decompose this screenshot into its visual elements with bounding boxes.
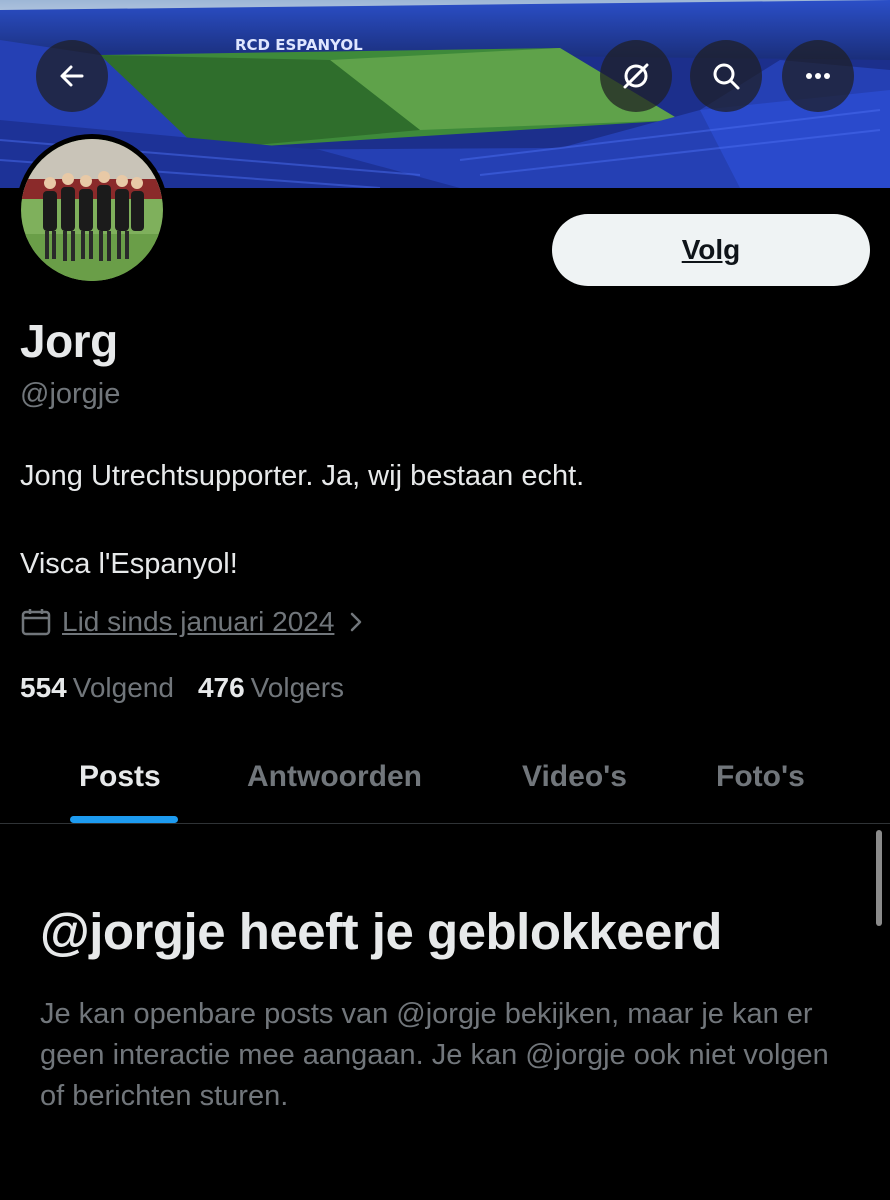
follow-stats: 554 Volgend 476 Volgers xyxy=(20,672,344,704)
following-stat[interactable]: 554 Volgend xyxy=(20,672,174,704)
more-options-button[interactable] xyxy=(782,40,854,112)
blocked-title: @jorgje heeft je geblokkeerd xyxy=(40,903,722,960)
followers-stat[interactable]: 476 Volgers xyxy=(198,672,344,704)
tab-replies[interactable]: Antwoorden xyxy=(247,730,422,824)
calendar-icon xyxy=(21,609,51,636)
more-dots-icon xyxy=(806,73,830,79)
avatar[interactable] xyxy=(16,134,168,286)
profile-tabs: Posts Antwoorden Video's Foto's xyxy=(0,730,890,824)
bio-line-2: Visca l'Espanyol! xyxy=(20,548,238,580)
chevron-right-icon xyxy=(351,612,362,632)
following-count: 554 xyxy=(20,672,67,703)
following-label: Volgend xyxy=(72,672,174,703)
back-button[interactable] xyxy=(36,40,108,112)
joined-text[interactable]: Lid sinds januari 2024 xyxy=(62,606,334,638)
followers-count: 476 xyxy=(197,672,245,703)
banner-text: RCD ESPANYOL xyxy=(235,36,363,54)
profile-name: Jorg xyxy=(20,315,118,367)
tab-posts[interactable]: Posts xyxy=(79,730,161,824)
followers-label: Volgers xyxy=(250,672,345,703)
grok-button[interactable] xyxy=(600,40,672,112)
joined-date[interactable]: Lid sinds januari 2024 xyxy=(20,606,368,638)
grok-slash-circle-icon xyxy=(623,63,649,89)
follow-button[interactable]: Volg xyxy=(552,214,870,286)
search-icon xyxy=(713,63,740,90)
tab-photos[interactable]: Foto's xyxy=(716,730,805,824)
tab-videos[interactable]: Video's xyxy=(522,730,627,824)
blocked-description: Je kan openbare posts van @jorgje bekijk… xyxy=(40,998,829,1112)
avatar-image xyxy=(21,139,163,281)
bio-line-1: Jong Utrechtsupporter. Ja, wij bestaan e… xyxy=(20,460,585,492)
profile-bio: Jong Utrechtsupporter. Ja, wij bestaan e… xyxy=(20,454,584,586)
search-button[interactable] xyxy=(690,40,762,112)
scrollbar[interactable] xyxy=(876,830,882,926)
profile-handle: @jorgje xyxy=(20,378,121,410)
active-tab-indicator xyxy=(70,816,178,823)
arrow-left-icon xyxy=(60,65,84,87)
